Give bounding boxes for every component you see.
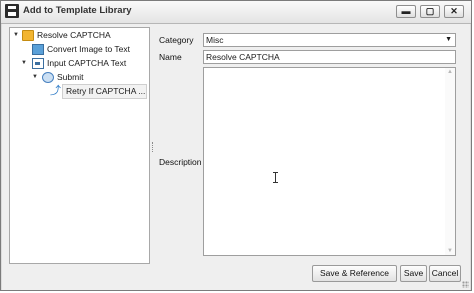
template-tree: ▼ Resolve CAPTCHA Convert Image to Text … [9,27,150,264]
tree-node-retry-if-captcha[interactable]: ⤴ Retry If CAPTCHA ... [50,84,147,99]
tree-node-input-captcha-text[interactable]: ▼ Input CAPTCHA Text [12,57,147,70]
image-icon [32,44,44,55]
resize-grip-icon[interactable] [462,281,469,288]
scroll-down-icon[interactable]: ▼ [447,248,453,254]
tree-node-convert-image[interactable]: Convert Image to Text [12,43,147,56]
maximize-button[interactable]: ▢ [420,5,440,18]
chevron-down-icon[interactable]: ▼ [445,34,452,46]
save-button[interactable]: Save [400,265,427,282]
tree-node-label: Submit [57,72,84,82]
name-field-value: Resolve CAPTCHA [206,52,280,62]
minimize-button[interactable]: ▬ [396,5,416,18]
expand-toggle-icon[interactable]: ▼ [32,71,38,84]
tree-node-label: Resolve CAPTCHA [37,30,111,40]
expand-toggle-icon[interactable]: ▼ [21,57,27,70]
save-and-reference-button[interactable]: Save & Reference [312,265,397,282]
panel-splitter[interactable] [152,142,155,152]
tree-node-resolve-captcha[interactable]: ▼ Resolve CAPTCHA [12,29,147,42]
tree-node-label: Input CAPTCHA Text [47,58,127,68]
app-icon [5,4,19,18]
title-bar[interactable]: Add to Template Library ▬ ▢ ✕ [1,1,471,24]
retry-arrow-icon: ⤴ [50,85,61,97]
name-field[interactable]: Resolve CAPTCHA [203,50,456,64]
expand-toggle-icon[interactable]: ▼ [13,29,19,42]
submit-icon [42,72,54,83]
cancel-button[interactable]: Cancel [429,265,461,282]
tree-node-submit[interactable]: ▼ Submit [12,71,147,84]
close-button[interactable]: ✕ [444,5,464,18]
folder-icon [22,30,34,41]
category-label: Category [159,35,194,45]
scroll-up-icon[interactable]: ▲ [447,69,453,75]
description-scrollbar[interactable]: ▲ ▼ [445,68,455,255]
tree-node-label: Retry If CAPTCHA ... [66,86,146,96]
category-select-value: Misc [206,35,224,45]
dialog-window: Add to Template Library ▬ ▢ ✕ ▼ Resolve … [0,0,472,291]
input-field-icon [32,58,44,69]
name-label: Name [159,52,182,62]
text-cursor-icon [273,172,278,183]
tree-node-label: Convert Image to Text [47,44,130,54]
window-title: Add to Template Library [23,5,132,16]
description-label: Description [159,157,202,167]
category-select[interactable]: Misc ▼ [203,33,456,47]
description-field[interactable]: ▲ ▼ [203,67,456,256]
